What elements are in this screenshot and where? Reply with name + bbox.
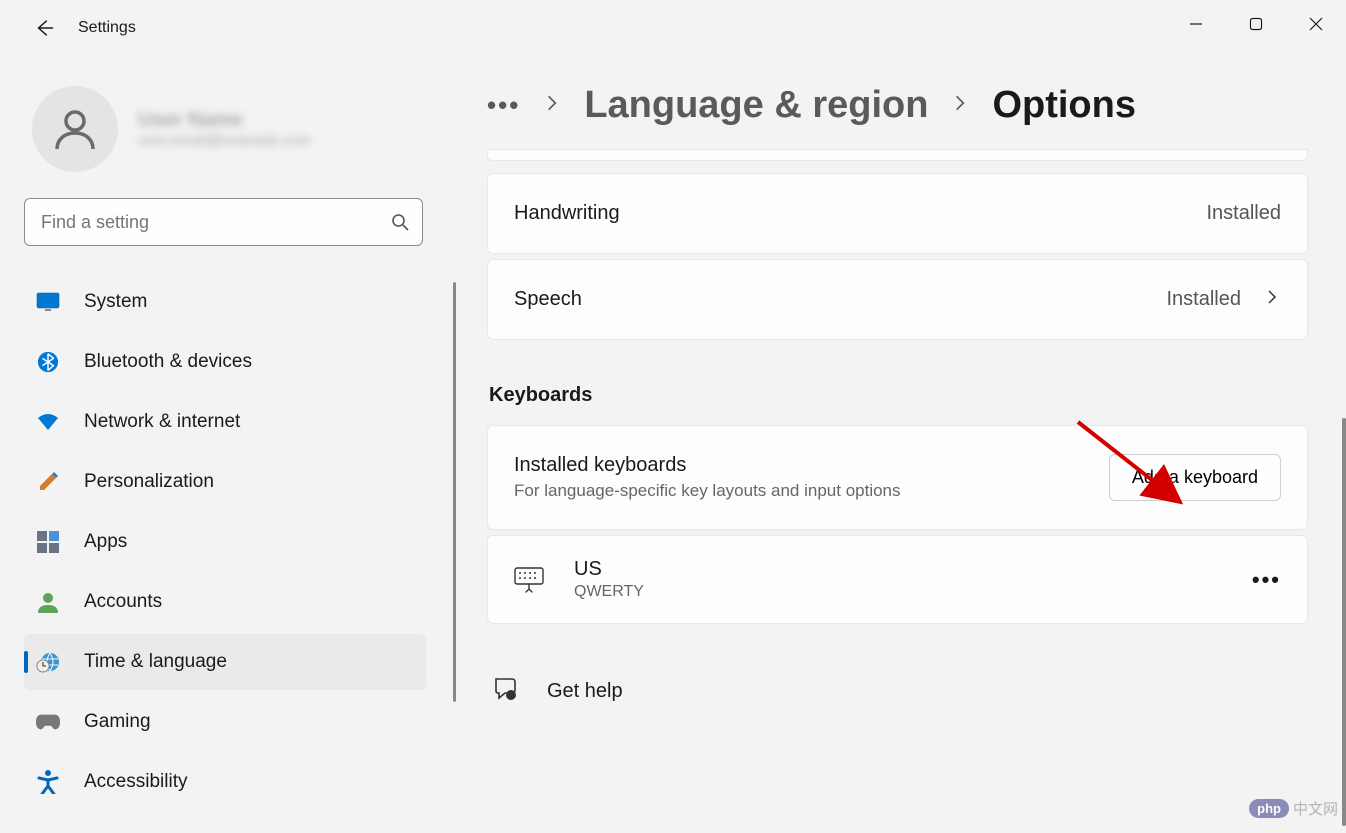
nav-label: Network & internet	[84, 411, 240, 433]
nav-label: System	[84, 291, 147, 313]
card-stub	[487, 149, 1308, 161]
sidebar-item-system[interactable]: System	[24, 274, 426, 330]
card-title: Handwriting	[514, 202, 620, 225]
nav-label: Bluetooth & devices	[84, 351, 252, 373]
watermark-badge: php	[1249, 799, 1289, 818]
more-options-icon[interactable]: •••	[1252, 567, 1281, 593]
app-title: Settings	[78, 19, 136, 37]
maximize-button[interactable]	[1226, 0, 1286, 48]
sidebar-item-accessibility[interactable]: Accessibility	[24, 754, 426, 810]
chevron-right-icon	[542, 93, 562, 118]
gamepad-icon	[36, 710, 60, 734]
breadcrumb: ••• Language & region Options	[487, 84, 1308, 127]
sidebar: User Name user.email@example.com System	[0, 56, 455, 833]
svg-text:?: ?	[509, 693, 513, 700]
main-content: ••• Language & region Options Handwritin…	[455, 56, 1346, 833]
add-keyboard-button[interactable]: Add a keyboard	[1109, 454, 1281, 501]
installed-keyboards-desc: For language-specific key layouts and in…	[514, 481, 901, 501]
help-icon: ?	[493, 676, 519, 707]
keyboard-icon	[514, 567, 544, 593]
chevron-right-icon	[1263, 288, 1281, 311]
breadcrumb-more-icon[interactable]: •••	[487, 90, 520, 121]
minimize-button[interactable]	[1166, 0, 1226, 48]
monitor-icon	[36, 290, 60, 314]
installed-keyboards-title: Installed keyboards	[514, 454, 901, 477]
sidebar-item-time-language[interactable]: Time & language	[24, 634, 426, 690]
nav-label: Apps	[84, 531, 127, 553]
chevron-right-icon	[950, 93, 970, 118]
sidebar-item-personalization[interactable]: Personalization	[24, 454, 426, 510]
nav-label: Accessibility	[84, 771, 187, 793]
bluetooth-icon	[36, 350, 60, 374]
breadcrumb-parent[interactable]: Language & region	[584, 84, 928, 127]
get-help-link[interactable]: ? Get help	[487, 676, 1308, 707]
search-input[interactable]	[24, 198, 423, 246]
card-handwriting[interactable]: Handwriting Installed	[487, 173, 1308, 254]
sidebar-item-network[interactable]: Network & internet	[24, 394, 426, 450]
watermark-text: 中文网	[1293, 798, 1338, 819]
clock-globe-icon	[36, 650, 60, 674]
card-status: Installed	[1167, 288, 1242, 311]
avatar	[32, 86, 118, 172]
paintbrush-icon	[36, 470, 60, 494]
nav-label: Time & language	[84, 651, 227, 673]
main-scrollbar[interactable]	[1342, 418, 1346, 826]
watermark: php 中文网	[1249, 798, 1338, 819]
sidebar-item-gaming[interactable]: Gaming	[24, 694, 426, 750]
search-icon	[391, 213, 409, 231]
accessibility-icon	[36, 770, 60, 794]
keyboard-entry[interactable]: US QWERTY •••	[487, 535, 1308, 624]
keyboards-heading: Keyboards	[489, 384, 1308, 407]
sidebar-item-bluetooth[interactable]: Bluetooth & devices	[24, 334, 426, 390]
close-button[interactable]	[1286, 0, 1346, 48]
card-installed-keyboards: Installed keyboards For language-specifi…	[487, 425, 1308, 530]
get-help-label: Get help	[547, 680, 623, 703]
card-title: Speech	[514, 288, 582, 311]
sidebar-item-accounts[interactable]: Accounts	[24, 574, 426, 630]
user-name: User Name	[138, 109, 311, 132]
user-profile[interactable]: User Name user.email@example.com	[24, 56, 455, 198]
apps-icon	[36, 530, 60, 554]
keyboard-name: US	[574, 558, 644, 581]
user-email: user.email@example.com	[138, 132, 311, 149]
card-speech[interactable]: Speech Installed	[487, 259, 1308, 340]
nav-label: Gaming	[84, 711, 151, 733]
wifi-icon	[36, 410, 60, 434]
window-controls	[1166, 0, 1346, 48]
card-status: Installed	[1207, 202, 1282, 225]
sidebar-scrollbar[interactable]	[453, 282, 456, 702]
nav-label: Personalization	[84, 471, 214, 493]
account-icon	[36, 590, 60, 614]
keyboard-layout: QWERTY	[574, 583, 644, 601]
nav-label: Accounts	[84, 591, 162, 613]
back-button[interactable]	[24, 8, 64, 48]
sidebar-item-apps[interactable]: Apps	[24, 514, 426, 570]
breadcrumb-current: Options	[992, 84, 1136, 127]
